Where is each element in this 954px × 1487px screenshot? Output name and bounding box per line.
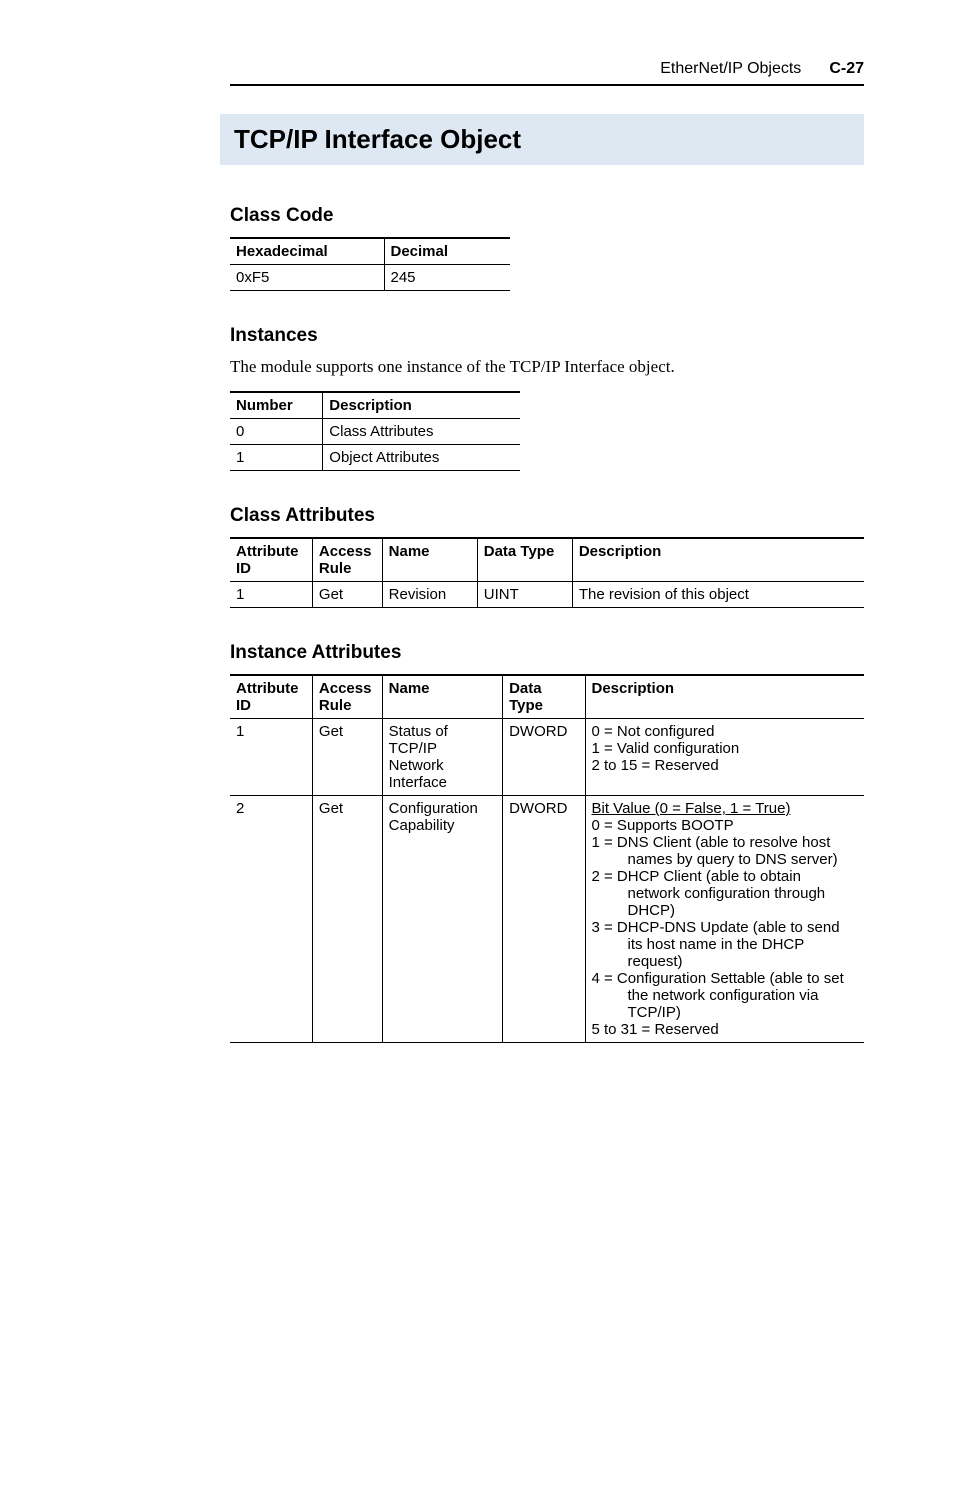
th-hex: Hexadecimal (230, 238, 384, 265)
header-section: EtherNet/IP Objects (660, 60, 801, 78)
desc-cont: its host name in the DHCP request) (592, 936, 855, 970)
table-cell: 1 (230, 445, 323, 471)
table-cell: 1 (230, 582, 312, 608)
th-dtype: Data Type (477, 538, 572, 582)
th-attrid: Attribute ID (230, 538, 312, 582)
header-page-number: C-27 (829, 60, 864, 78)
th-attrid: Attribute ID (230, 675, 312, 719)
table-cell: 0 (230, 419, 323, 445)
desc-line: 2 to 15 = Reserved (592, 757, 719, 774)
table-cell: Revision (382, 582, 477, 608)
table-cell: 1 (230, 719, 312, 796)
table-cell: DWORD (503, 719, 585, 796)
desc-cont: the network configuration via TCP/IP) (592, 987, 855, 1021)
table-cell: Get (312, 719, 382, 796)
table-cell: The revision of this object (572, 582, 864, 608)
class-code-table: Hexadecimal Decimal 0xF5 245 (230, 237, 510, 291)
th-access: Access Rule (312, 675, 382, 719)
th-dtype: Data Type (503, 675, 585, 719)
class-attributes-table: Attribute ID Access Rule Name Data Type … (230, 537, 864, 608)
desc-header: Bit Value (0 = False, 1 = True) (592, 800, 791, 817)
table-cell: Get (312, 796, 382, 1043)
instances-heading: Instances (230, 325, 864, 347)
desc-cont: names by query to DNS server) (592, 851, 855, 868)
td-hex: 0xF5 (230, 265, 384, 291)
page-title: TCP/IP Interface Object (234, 124, 850, 155)
table-cell: UINT (477, 582, 572, 608)
table-cell: Status of TCP/IP Network Interface (382, 719, 502, 796)
table-cell: Class Attributes (323, 419, 520, 445)
th-description: Description (572, 538, 864, 582)
desc-line: 2 = DHCP Client (able to obtain (592, 868, 801, 885)
table-cell: Object Attributes (323, 445, 520, 471)
desc-line: 1 = DNS Client (able to resolve host (592, 834, 831, 851)
desc-line: 1 = Valid configuration (592, 740, 740, 757)
title-bar: TCP/IP Interface Object (220, 114, 864, 165)
desc-line: 0 = Supports BOOTP (592, 817, 734, 834)
th-desc: Description (323, 392, 520, 419)
desc-line: 0 = Not configured (592, 723, 715, 740)
table-cell: 2 (230, 796, 312, 1043)
desc-line: 4 = Configuration Settable (able to set (592, 970, 844, 987)
th-access: Access Rule (312, 538, 382, 582)
instance-attributes-heading: Instance Attributes (230, 642, 864, 664)
instances-table: Number Description 0 Class Attributes 1 … (230, 391, 520, 471)
instances-text: The module supports one instance of the … (230, 357, 864, 377)
th-description: Description (585, 675, 864, 719)
table-cell: Get (312, 582, 382, 608)
table-cell: DWORD (503, 796, 585, 1043)
th-name: Name (382, 538, 477, 582)
table-cell: 0 = Not configured 1 = Valid configurati… (585, 719, 864, 796)
header-rule (230, 84, 864, 86)
th-dec: Decimal (384, 238, 510, 265)
desc-line: 3 = DHCP-DNS Update (able to send (592, 919, 840, 936)
instance-attributes-table: Attribute ID Access Rule Name Data Type … (230, 674, 864, 1043)
table-cell: Bit Value (0 = False, 1 = True) 0 = Supp… (585, 796, 864, 1043)
table-cell: Configuration Capability (382, 796, 502, 1043)
td-dec: 245 (384, 265, 510, 291)
desc-line: 5 to 31 = Reserved (592, 1021, 719, 1038)
th-number: Number (230, 392, 323, 419)
class-code-heading: Class Code (230, 205, 864, 227)
class-attributes-heading: Class Attributes (230, 505, 864, 527)
desc-cont: network configuration through DHCP) (592, 885, 855, 919)
th-name: Name (382, 675, 502, 719)
